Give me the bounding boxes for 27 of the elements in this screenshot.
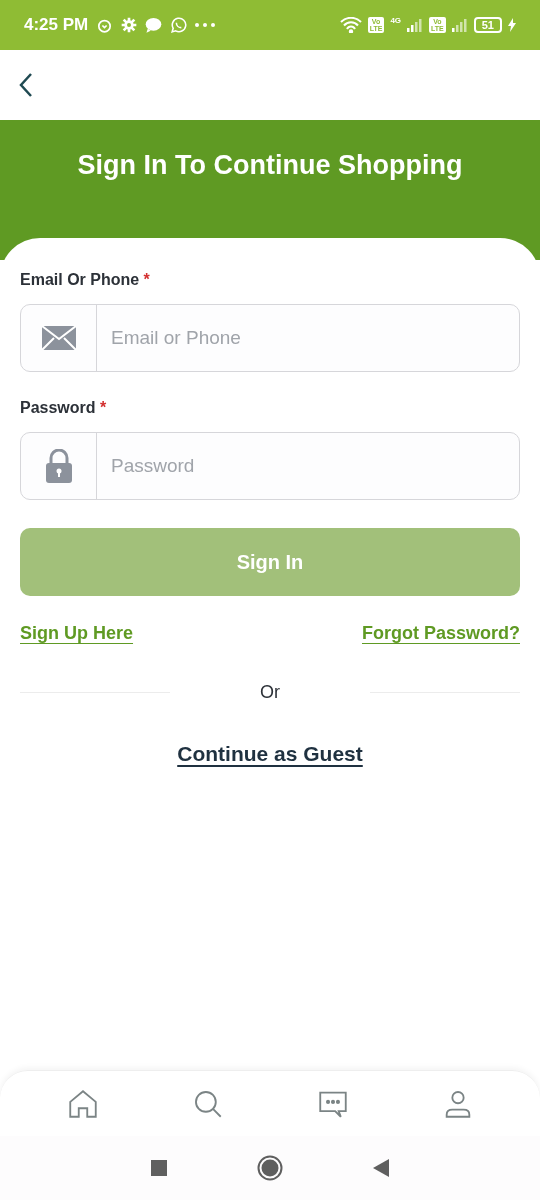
input-field[interactable]: Password xyxy=(20,432,520,500)
status-time: 4:25 PM xyxy=(24,14,89,37)
field-label: Email Or Phone * xyxy=(20,270,151,290)
input-field[interactable]: Email or Phone xyxy=(20,304,520,372)
forgot-password-link[interactable]: Forgot Password? xyxy=(362,620,520,647)
or-divider-text: Or xyxy=(259,681,281,704)
back-icon[interactable] xyxy=(18,72,34,98)
home-button-icon[interactable] xyxy=(257,1155,283,1181)
gear-icon xyxy=(121,17,138,33)
envelope-icon xyxy=(41,326,76,350)
lock-icon xyxy=(45,449,72,483)
wifi-icon xyxy=(339,17,362,33)
charging-icon xyxy=(508,18,516,32)
field-label: Password * xyxy=(20,398,108,418)
page-title: Sign In To Continue Shopping xyxy=(77,149,463,182)
signal-icon xyxy=(407,18,424,32)
back-triangle-icon[interactable] xyxy=(373,1159,389,1177)
battery-indicator: 51 xyxy=(473,17,502,33)
signal-icon xyxy=(451,18,468,32)
email-input[interactable]: Email or Phone xyxy=(97,305,519,371)
sign-up-link[interactable]: Sign Up Here xyxy=(20,620,134,647)
continue-as-guest-link[interactable]: Continue as Guest xyxy=(177,738,363,770)
password-input[interactable]: Password xyxy=(97,433,519,499)
more-icon xyxy=(195,23,216,27)
chat-bubble-icon xyxy=(145,17,163,33)
phone-bubble-icon xyxy=(170,16,188,34)
network-label: 4G xyxy=(390,17,402,25)
